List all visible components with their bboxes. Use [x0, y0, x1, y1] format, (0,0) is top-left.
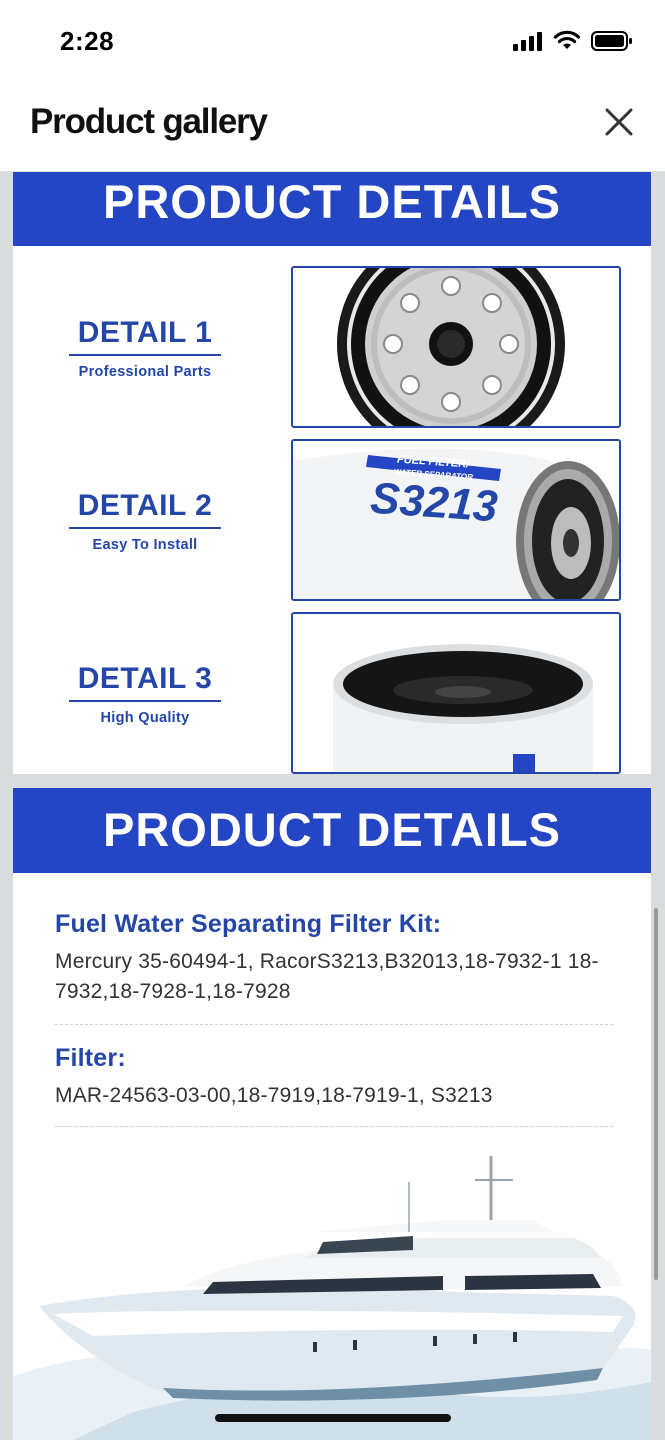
- product-details-banner: PRODUCT DETAILS: [13, 172, 651, 246]
- product-details-banner: PRODUCT DETAILS: [13, 788, 651, 873]
- filter-model-number: S3213: [369, 474, 499, 532]
- detail-row-3: DETAIL 3 High Quality: [13, 612, 651, 774]
- detail-title: DETAIL 2: [69, 489, 221, 529]
- info-section-filter: Filter: MAR-24563-03-00,18-7919,18-7919-…: [55, 1044, 625, 1111]
- yacht-image: [13, 1136, 651, 1440]
- divider: [55, 1024, 613, 1025]
- product-gallery[interactable]: PRODUCT DETAILS DETAIL 1 Professional Pa…: [0, 172, 665, 1440]
- home-indicator[interactable]: [215, 1414, 451, 1422]
- status-bar: 2:28: [0, 0, 665, 86]
- detail-label-3: DETAIL 3 High Quality: [69, 662, 221, 726]
- detail-label-2: DETAIL 2 Easy To Install: [69, 489, 221, 553]
- detail-row-2: DETAIL 2 Easy To Install FUEL FILTER/ WA…: [13, 439, 651, 601]
- filter-label-image: FUEL FILTER/ WATER SEPARATOR S3213: [291, 439, 621, 601]
- detail-subtitle: Easy To Install: [92, 537, 198, 553]
- detail-title: DETAIL 1: [69, 316, 221, 356]
- info-section-kit: Fuel Water Separating Filter Kit: Mercur…: [55, 910, 625, 1007]
- gallery-header: Product gallery: [0, 86, 665, 172]
- scrollbar[interactable]: [654, 908, 658, 1280]
- close-icon: [605, 108, 633, 136]
- detail-row-1: DETAIL 1 Professional Parts: [13, 266, 651, 428]
- product-details-image-2: PRODUCT DETAILS Fuel Water Separating Fi…: [13, 788, 651, 1440]
- detail-label-1: DETAIL 1 Professional Parts: [69, 316, 221, 380]
- close-button[interactable]: [599, 102, 639, 142]
- status-time: 2:28: [60, 26, 115, 56]
- product-details-image-1: PRODUCT DETAILS DETAIL 1 Professional Pa…: [13, 172, 651, 774]
- page-title: Product gallery: [30, 102, 268, 141]
- info-body: Mercury 35-60494-1, RacorS3213,B32013,18…: [55, 950, 599, 1003]
- info-heading: Filter:: [55, 1044, 126, 1072]
- wifi-icon: [553, 30, 581, 49]
- cellular-signal-icon: [513, 32, 542, 51]
- info-body: MAR-24563-03-00,18-7919,18-7919-1, S3213: [55, 1084, 493, 1107]
- detail-subtitle: Professional Parts: [78, 364, 212, 380]
- battery-icon: [591, 31, 632, 51]
- info-heading: Fuel Water Separating Filter Kit:: [55, 910, 442, 938]
- divider: [55, 1126, 613, 1127]
- detail-title: DETAIL 3: [69, 662, 221, 702]
- filter-base-image: [291, 612, 621, 774]
- status-icons: [513, 30, 633, 52]
- filter-top-view-image: [291, 266, 621, 428]
- detail-subtitle: High Quality: [100, 710, 190, 726]
